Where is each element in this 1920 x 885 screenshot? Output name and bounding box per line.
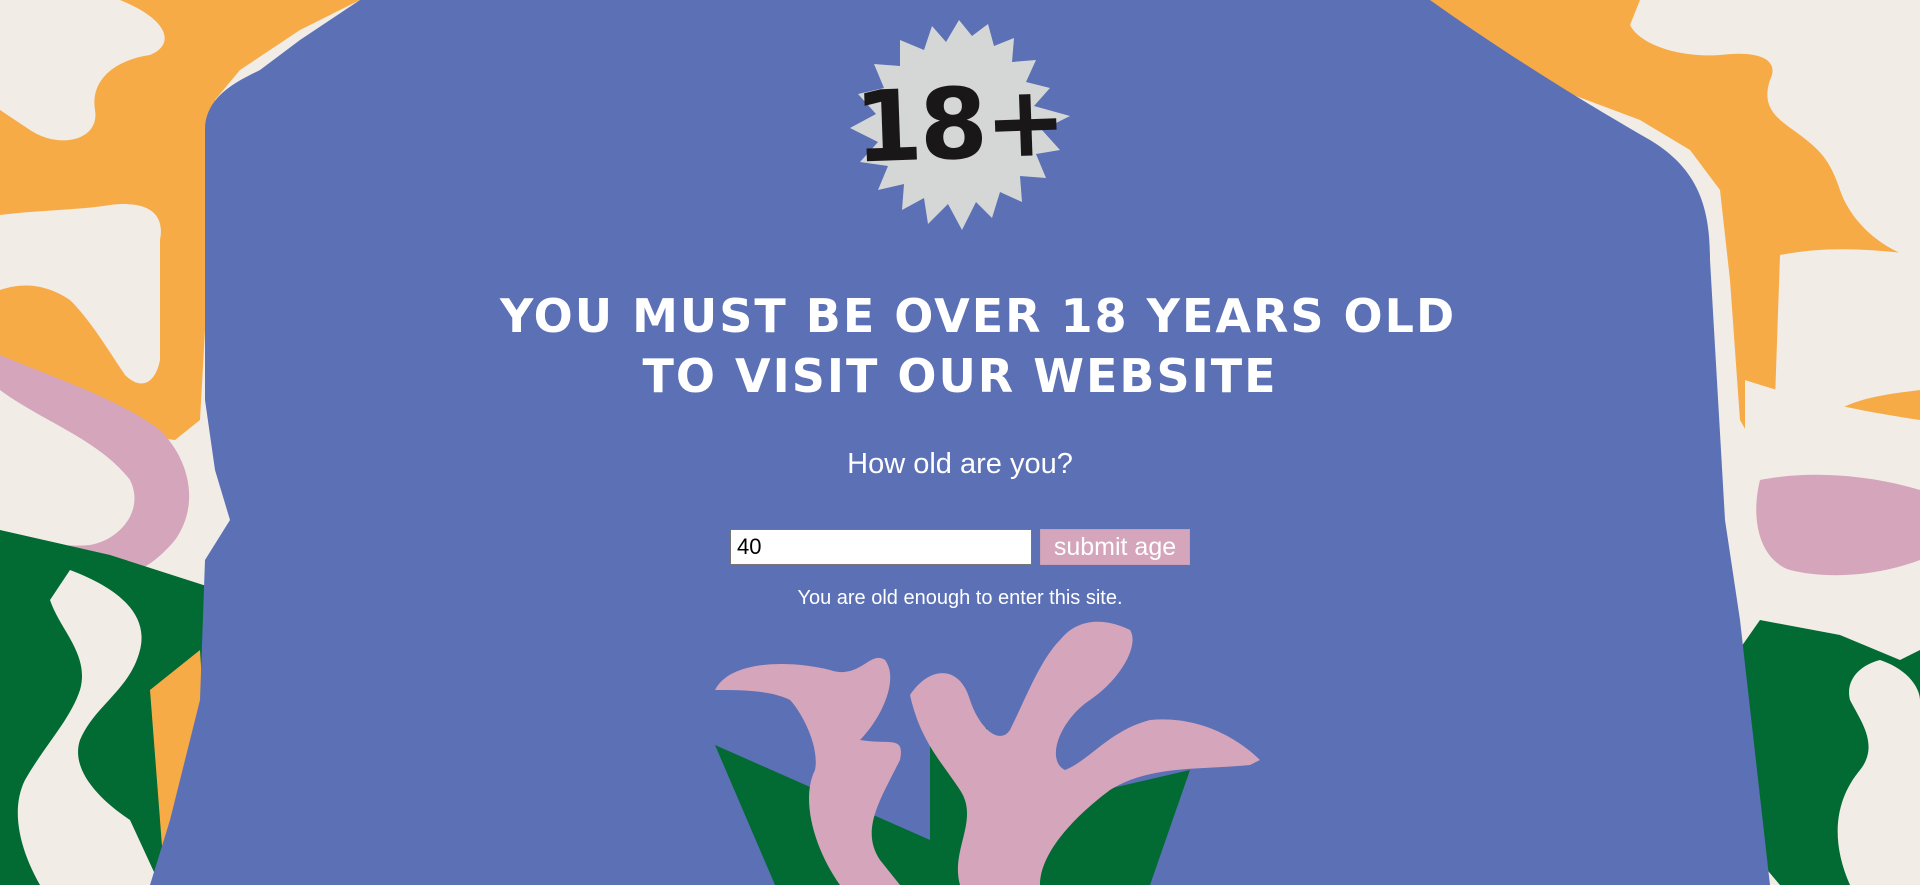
age-question: How old are you? — [847, 448, 1073, 480]
age-badge: 18+ — [846, 18, 1072, 232]
submit-age-button[interactable]: submit age — [1040, 529, 1190, 565]
age-form: submit age — [730, 529, 1190, 565]
page-headline: You must be over 18 years old to visit o… — [500, 286, 1457, 406]
age-input[interactable] — [730, 529, 1032, 565]
age-gate-content: 18+ You must be over 18 years old to vis… — [0, 0, 1920, 885]
age-gate-page: 18+ You must be over 18 years old to vis… — [0, 0, 1920, 885]
headline-line-2: to visit our website — [642, 349, 1278, 403]
headline-line-1: You must be over 18 years old — [500, 289, 1457, 343]
badge-label: 18+ — [852, 64, 1066, 186]
result-message: You are old enough to enter this site. — [797, 587, 1123, 609]
